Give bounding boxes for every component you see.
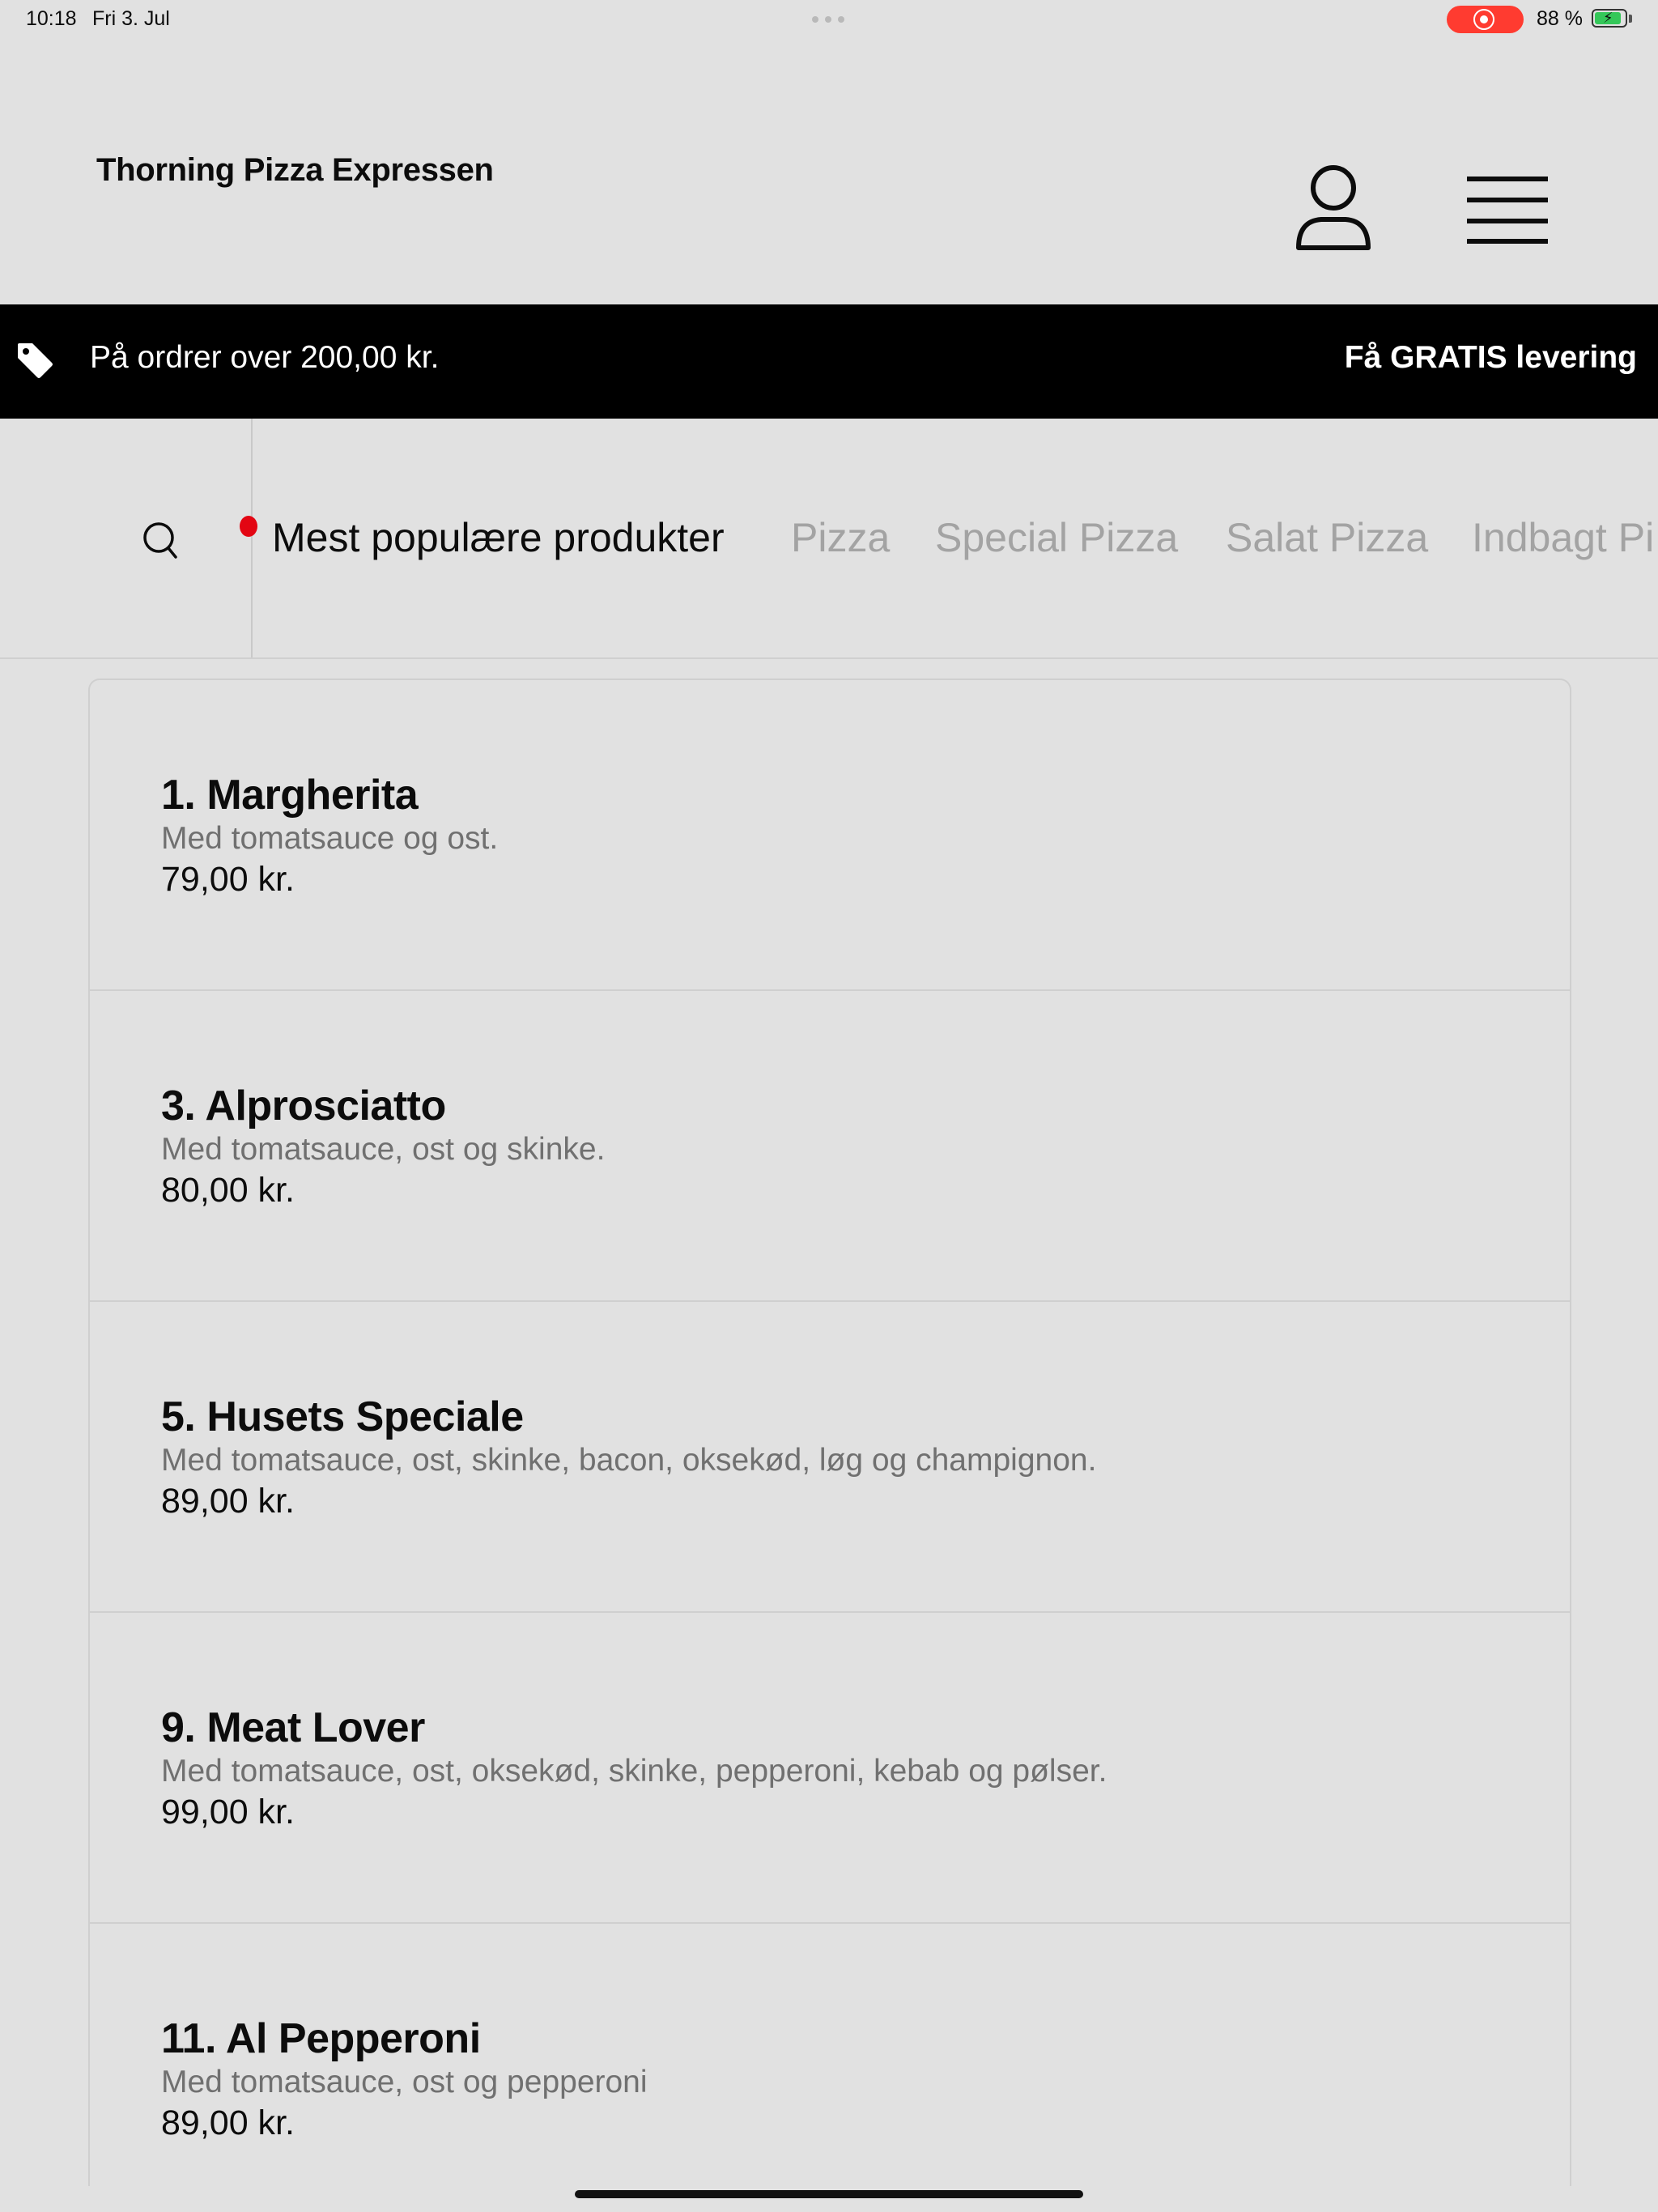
product-price: 79,00 kr. [161, 860, 295, 899]
category-bar: Mest populære produkter Pizza Special Pi… [0, 419, 1658, 659]
tag-icon [18, 343, 53, 378]
product-card[interactable]: 1. Margherita Med tomatsauce og ost. 79,… [90, 680, 1570, 991]
product-description: Med tomatsauce, ost, skinke, bacon, okse… [161, 1443, 1097, 1478]
tab-pizza[interactable]: Pizza [791, 514, 890, 561]
tab-most-popular[interactable]: Mest populære produkter [272, 514, 725, 561]
battery-icon: ⚡ [1592, 9, 1627, 28]
product-name: 9. Meat Lover [161, 1704, 425, 1751]
product-price: 80,00 kr. [161, 1171, 295, 1210]
battery-percentage: 88 % [1537, 7, 1583, 30]
product-price: 89,00 kr. [161, 1482, 295, 1521]
product-name: 11. Al Pepperoni [161, 2015, 481, 2062]
status-date: Fri 3. Jul [92, 7, 170, 30]
category-tabs: Mest populære produkter Pizza Special Pi… [253, 419, 1658, 657]
app-header: Thorning Pizza Expressen [0, 39, 1658, 304]
product-name: 5. Husets Speciale [161, 1393, 524, 1440]
status-bar: 10:18 Fri 3. Jul 88 % ⚡ [0, 0, 1658, 39]
tab-salat-pizza[interactable]: Salat Pizza [1226, 514, 1428, 561]
battery-nub [1629, 15, 1632, 23]
free-delivery-banner: På ordrer over 200,00 kr. Få GRATIS leve… [0, 304, 1658, 419]
product-card[interactable]: 9. Meat Lover Med tomatsauce, ost, oksek… [90, 1613, 1570, 1924]
product-list: 1. Margherita Med tomatsauce og ost. 79,… [88, 678, 1571, 2186]
promo-offer-text: Få GRATIS levering [1344, 340, 1637, 375]
product-description: Med tomatsauce og ost. [161, 821, 499, 856]
home-indicator[interactable] [575, 2190, 1083, 2198]
product-card[interactable]: 11. Al Pepperoni Med tomatsauce, ost og … [90, 1924, 1570, 2186]
product-card[interactable]: 3. Alprosciatto Med tomatsauce, ost og s… [90, 991, 1570, 1302]
product-description: Med tomatsauce, ost, oksekød, skinke, pe… [161, 1754, 1107, 1789]
charging-bolt-icon: ⚡ [1603, 10, 1613, 26]
restaurant-name[interactable]: Thorning Pizza Expressen [96, 152, 494, 189]
product-name: 1. Margherita [161, 772, 419, 819]
product-description: Med tomatsauce, ost og skinke. [161, 1132, 606, 1167]
product-price: 89,00 kr. [161, 2104, 295, 2142]
hamburger-menu-icon[interactable] [1467, 175, 1548, 245]
search-icon [143, 522, 177, 559]
user-icon[interactable] [1292, 164, 1375, 255]
tab-indbagt-pizza[interactable]: Indbagt Pi [1472, 514, 1654, 561]
product-price: 99,00 kr. [161, 1793, 295, 1831]
product-description: Med tomatsauce, ost og pepperoni [161, 2065, 648, 2099]
promo-condition-text: På ordrer over 200,00 kr. [90, 340, 440, 375]
screen-recording-icon[interactable] [1447, 6, 1524, 33]
status-time: 10:18 [26, 7, 77, 30]
product-name: 3. Alprosciatto [161, 1083, 446, 1129]
product-card[interactable]: 5. Husets Speciale Med tomatsauce, ost, … [90, 1302, 1570, 1613]
tab-special-pizza[interactable]: Special Pizza [935, 514, 1178, 561]
search-button[interactable] [0, 419, 253, 657]
multitasking-dots-icon[interactable] [812, 16, 844, 23]
